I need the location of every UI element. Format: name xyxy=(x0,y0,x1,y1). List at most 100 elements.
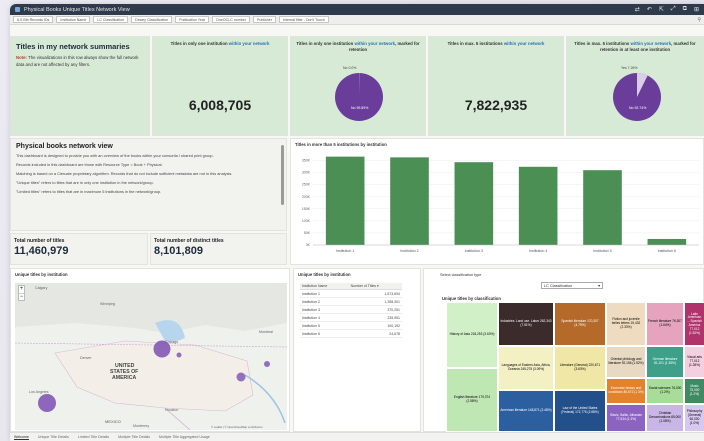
institution-table-title: Unique titles by institution xyxy=(298,272,351,277)
treemap-tile[interactable]: Christian Denominations 65,000 (1.08%) xyxy=(646,404,684,432)
table-cell: 235,951 xyxy=(348,313,402,322)
treemap-tile[interactable]: Philosophy (General) 60,000 (1.0%) xyxy=(684,404,704,432)
tab-multiple-title-usage[interactable]: Multiple Title Aggregated Usage xyxy=(159,435,210,439)
treemap-tile[interactable]: Languages of Eastern Asia, Africa, Ocean… xyxy=(498,346,554,390)
treemap-tile[interactable]: French literature 76,307 (1.64%) xyxy=(646,302,684,346)
total-titles-value: 11,460,979 xyxy=(14,245,69,257)
filter-chip-dewey[interactable]: Dewey Classification xyxy=(131,16,173,23)
table-cell: 370,251 xyxy=(348,305,402,314)
filter-chip-lc[interactable]: LC Classification xyxy=(93,16,129,23)
total-titles-panel: Total number of titles 11,460,979 xyxy=(10,233,148,265)
kpi-2-highlight: within your network xyxy=(354,41,396,46)
title-bar: Physical Books Unique Titles Network Vie… xyxy=(10,4,704,15)
tab-unique-title-details[interactable]: Unique Title Details xyxy=(38,435,69,439)
treemap-tile-label: Literature (General) 220,671 (3.63%) xyxy=(559,363,601,371)
map-label-city: Monterrey xyxy=(133,424,149,428)
treemap-tile[interactable]: Music 75,000 (1.2%) xyxy=(684,378,704,404)
map-label-country: MEXICO xyxy=(105,419,121,424)
classification-treemap[interactable]: History of Asia 218,253 (3.63%) Industri… xyxy=(446,302,704,432)
treemap-tile-label: Christian Denominations 65,000 (1.08%) xyxy=(649,411,681,423)
classification-panel: Select classification type LC Classifica… xyxy=(423,268,704,432)
bar[interactable] xyxy=(325,156,365,245)
treemap-tile[interactable]: American literature 148,871 (2.48%) xyxy=(498,390,554,432)
description-scrollbar[interactable] xyxy=(281,145,284,205)
treemap-tile[interactable]: Law of the United States (Federal) 172,7… xyxy=(554,390,606,432)
treemap-tile[interactable]: Visual arts 77,012 (1.28%) xyxy=(684,346,704,378)
filter-chip-oclc[interactable]: OneOCLC number xyxy=(212,16,250,23)
treemap-tile-label: Slavic, Baltic, Albanian 77,634 (1.3%) xyxy=(609,413,643,421)
treemap-tile-label: Economic history and conditions 80,672 (… xyxy=(608,386,644,394)
map-marker-institution[interactable] xyxy=(38,394,56,412)
description-paragraph: Records included in this dashboard are t… xyxy=(16,162,163,167)
treemap-tile-label: History of Asia 218,253 (3.63%) xyxy=(449,332,495,337)
grid-icon[interactable]: ⊞ xyxy=(694,6,699,13)
filter-chip-institution[interactable]: Institution Name xyxy=(56,16,91,23)
network-view-title: Physical books network view xyxy=(16,143,113,150)
treemap-tile[interactable]: History of Asia 218,253 (3.63%) xyxy=(446,302,498,368)
filter-chip-internal[interactable]: Internal filter - Don't Touch xyxy=(278,16,329,23)
treemap-tile[interactable]: German literature 81,101 (1.35%) xyxy=(646,346,684,378)
share-icon[interactable]: ⇄ xyxy=(635,6,640,13)
bar[interactable] xyxy=(454,162,494,245)
treemap-tile-label: Social sciences 76,000 (1.2%) xyxy=(648,386,682,394)
copy-icon[interactable]: ⧉ xyxy=(683,6,687,13)
map-marker-institution[interactable] xyxy=(264,361,270,367)
zoom-out-button[interactable]: − xyxy=(19,293,24,300)
filter-chip-publisher[interactable]: Publisher xyxy=(253,16,276,23)
treemap-tile[interactable]: Latin American ... Spanish America 77,01… xyxy=(684,302,704,346)
table-row[interactable]: Institution 3 370,251 xyxy=(300,305,402,314)
treemap-tile-label: American literature 148,871 (2.48%) xyxy=(500,408,552,413)
table-cell: Institution 1 xyxy=(300,289,349,298)
treemap-tile[interactable]: English literature 179,374 (2.58%) xyxy=(446,368,498,432)
filter-chip-pubyear[interactable]: Publication Year xyxy=(175,16,210,23)
table-cell: 1,673,694 xyxy=(348,289,402,298)
bar-chart: 0K 50K 100K 150K 200K 250K 300K 350K Institution… xyxy=(302,156,699,253)
y-tick-label: 100K xyxy=(302,219,311,223)
tab-multiple-title-details[interactable]: Multiple Title Details xyxy=(118,435,150,439)
table-cell: Institution 2 xyxy=(300,297,349,306)
map-panel: Unique titles by institution UNITED STAT… xyxy=(10,268,290,432)
export-icon[interactable]: ⇱ xyxy=(659,6,664,13)
treemap-tile[interactable]: Spanish literature 170,307 (4.79%) xyxy=(554,302,606,346)
treemap-tile[interactable]: Economic history and conditions 80,672 (… xyxy=(606,378,646,404)
table-row[interactable]: Institution 1 1,673,694 xyxy=(300,289,402,298)
table-row[interactable]: Institution 4 235,951 xyxy=(300,313,402,322)
treemap-tile-label: Industries. Land use. Labor 262,343 (7.5… xyxy=(500,319,552,327)
tab-limited-title-details[interactable]: Limited Title Details xyxy=(78,435,109,439)
institution-map[interactable]: UNITED STATES OF AMERICA Calgary Winnipe… xyxy=(15,283,287,430)
tab-welcome[interactable]: Welcome xyxy=(14,435,29,440)
treemap-tile[interactable]: Slavic, Baltic, Albanian 77,634 (1.3%) xyxy=(606,404,646,432)
table-row[interactable]: Institution 6 24,678 xyxy=(300,329,402,338)
bar[interactable] xyxy=(647,238,687,245)
filter-menu-icon[interactable]: ⚲ xyxy=(697,17,701,23)
classification-dropdown[interactable]: LC Classification ▾ xyxy=(541,282,603,289)
table-row[interactable]: Institution 2 1,398,301 xyxy=(300,297,402,306)
y-tick-label: 200K xyxy=(302,195,311,199)
treemap-tile[interactable]: Oriental philology and literature 92,156… xyxy=(606,346,646,378)
map-marker-institution[interactable] xyxy=(236,372,246,382)
bar[interactable] xyxy=(390,157,429,245)
filter-chip-bib-ids[interactable]: ILS Bib Records IDs xyxy=(13,16,54,23)
fullscreen-icon[interactable]: ⤢ xyxy=(671,6,676,13)
bar[interactable] xyxy=(518,166,558,245)
summary-panel: Titles in my network summaries Note: The… xyxy=(10,36,150,136)
treemap-tile[interactable]: Industries. Land use. Labor 262,343 (7.5… xyxy=(498,302,554,346)
treemap-tile[interactable]: Fiction and juvenile belles lettres 15,4… xyxy=(606,302,646,346)
map-marker-institution[interactable] xyxy=(176,352,182,358)
undo-icon[interactable]: ↶ xyxy=(647,6,652,13)
summary-note: Note: The visualizations in this row alw… xyxy=(11,53,149,70)
kpi-1-highlight: within your network xyxy=(228,41,270,46)
description-paragraph: This dashboard is designed to provide yo… xyxy=(16,153,214,158)
kpi-4-heading: Titles in max. 5 institutions within you… xyxy=(567,37,703,53)
table-row[interactable]: Institution 5 100,152 xyxy=(300,321,402,330)
treemap-tile[interactable]: Literature (General) 220,671 (3.63%) xyxy=(554,346,606,390)
bar[interactable] xyxy=(583,170,622,245)
table-cell: Institution 3 xyxy=(300,305,349,314)
desktop-background: Physical Books Unique Titles Network Vie… xyxy=(0,0,704,441)
treemap-tile-label: Languages of Eastern Asia, Africa, Ocean… xyxy=(501,363,551,371)
map-canvas: UNITED STATES OF AMERICA Calgary Winnipe… xyxy=(15,283,287,430)
zoom-in-button[interactable]: + xyxy=(19,286,24,293)
institution-table-panel: Unique titles by institution Institution… xyxy=(293,268,421,432)
map-label-city: Chicago xyxy=(165,340,178,344)
treemap-tile[interactable]: Social sciences 76,000 (1.2%) xyxy=(646,378,684,404)
